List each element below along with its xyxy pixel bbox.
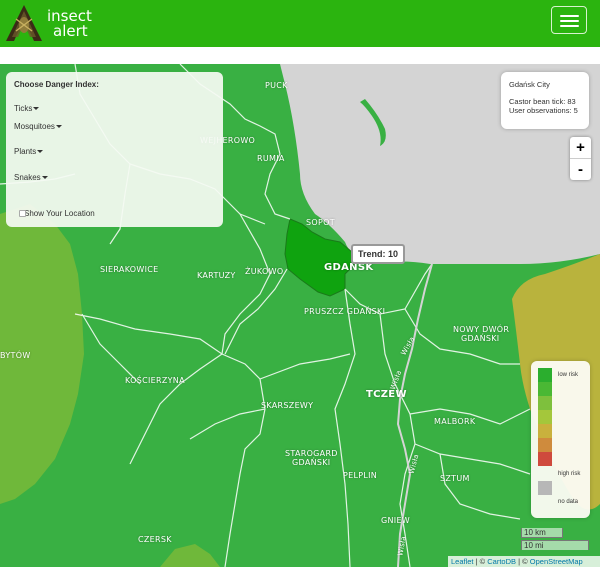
place-label-koscierzyna: KOŚCIERZYNA: [125, 376, 185, 385]
place-label-nowy-dwor: NOWY DWÓR: [453, 325, 510, 334]
place-label-czersk: CZERSK: [138, 535, 172, 544]
scale-mi: 10 mi: [521, 540, 589, 550]
legend-swatch: [538, 452, 552, 466]
legend-swatch: [538, 396, 552, 410]
legend-swatch-nodata: [538, 481, 552, 495]
header-spacer: [0, 47, 600, 64]
dropdown-ticks[interactable]: Ticks: [14, 104, 40, 113]
legend-swatch: [538, 424, 552, 438]
place-label-bytow: BYTÓW: [0, 351, 31, 360]
dropdown-label: Mosquitoes: [14, 122, 55, 131]
dropdown-plants[interactable]: Plants: [14, 147, 44, 156]
info-city-name: Gdańsk City: [509, 80, 550, 89]
place-label-malbork: MALBORK: [434, 417, 476, 426]
scale-km: 10 km: [521, 528, 563, 538]
attribution-sep: | ©: [516, 557, 530, 566]
place-label-puck: PUCK: [265, 81, 288, 90]
zoom-out-button[interactable]: -: [570, 159, 591, 180]
legend-swatch: [538, 368, 552, 382]
zoom-control: + -: [570, 137, 591, 180]
menu-bar-icon: [560, 15, 579, 17]
dropdown-label: Snakes: [14, 173, 41, 182]
danger-index-panel: Choose Danger Index: Ticks Mosquitoes Pl…: [6, 72, 223, 227]
place-label-tczew: TCZEW: [366, 389, 407, 400]
dropdown-mosquitoes[interactable]: Mosquitoes: [14, 122, 62, 131]
show-location-label[interactable]: Show Your Location: [24, 209, 95, 218]
place-label-zukowo: ŻUKOWO: [245, 267, 284, 276]
app-logo[interactable]: insect alert: [4, 3, 94, 43]
leaflet-link[interactable]: Leaflet: [451, 557, 474, 566]
place-label-pruszcz: PRUSZCZ GDAŃSKI: [304, 307, 386, 316]
place-label-gniew: GNIEW: [381, 516, 411, 525]
region-info-box: Gdańsk City Castor bean tick: 83 User ob…: [501, 72, 589, 129]
info-tick-count: Castor bean tick: 83: [509, 97, 576, 106]
panel-title: Choose Danger Index:: [14, 80, 99, 89]
zoom-in-button[interactable]: +: [570, 137, 591, 159]
dropdown-snakes[interactable]: Snakes: [14, 173, 48, 182]
trend-tooltip: Trend: 10: [351, 244, 406, 264]
caret-down-icon: [55, 125, 62, 129]
place-label-pelplin: PELPLIN: [343, 471, 378, 480]
dropdown-label: Plants: [14, 147, 37, 156]
menu-bar-icon: [560, 25, 579, 27]
dropdown-label: Ticks: [14, 104, 33, 113]
legend-high-risk: high risk: [558, 471, 581, 477]
attribution-sep: | ©: [473, 557, 488, 566]
menu-bar-icon: [560, 20, 579, 22]
legend-swatch: [538, 410, 552, 424]
place-label-sopot: SOPOT: [306, 218, 335, 227]
place-label-rumia: RUMIA: [257, 154, 285, 163]
legend-swatch: [538, 382, 552, 396]
place-label-starogard: STAROGARD: [285, 449, 338, 458]
caret-down-icon: [33, 107, 40, 111]
info-user-observations: User observations: 5: [509, 106, 578, 115]
caret-down-icon: [41, 176, 48, 180]
cartodb-link[interactable]: CartoDB: [487, 557, 516, 566]
place-label-starogard-2: GDAŃSKI: [292, 458, 331, 467]
legend-swatch: [538, 438, 552, 452]
caret-down-icon: [37, 150, 44, 154]
top-navbar: insect alert: [0, 0, 600, 47]
place-label-sztum: SZTUM: [440, 474, 470, 483]
show-location-checkbox[interactable]: [19, 210, 26, 217]
logo-text-alert: alert: [53, 22, 88, 40]
place-label-nowy-dwor-2: GDAŃSKI: [461, 334, 500, 343]
place-label-skarszewy: SKARSZEWY: [261, 401, 314, 410]
legend-low-risk: low risk: [558, 372, 579, 378]
place-label-sierakowice: SIERAKOWICE: [100, 265, 159, 274]
insect-logo-icon: [6, 5, 42, 41]
legend-no-data: no data: [558, 499, 579, 505]
hamburger-menu-button[interactable]: [551, 6, 587, 34]
map-attribution: Leaflet | © CartoDB | © OpenStreetMap: [448, 556, 600, 567]
openstreetmap-link[interactable]: OpenStreetMap: [530, 557, 583, 566]
place-label-kartuzy: KARTUZY: [197, 271, 236, 280]
risk-legend: low risk high risk no data: [531, 361, 590, 518]
